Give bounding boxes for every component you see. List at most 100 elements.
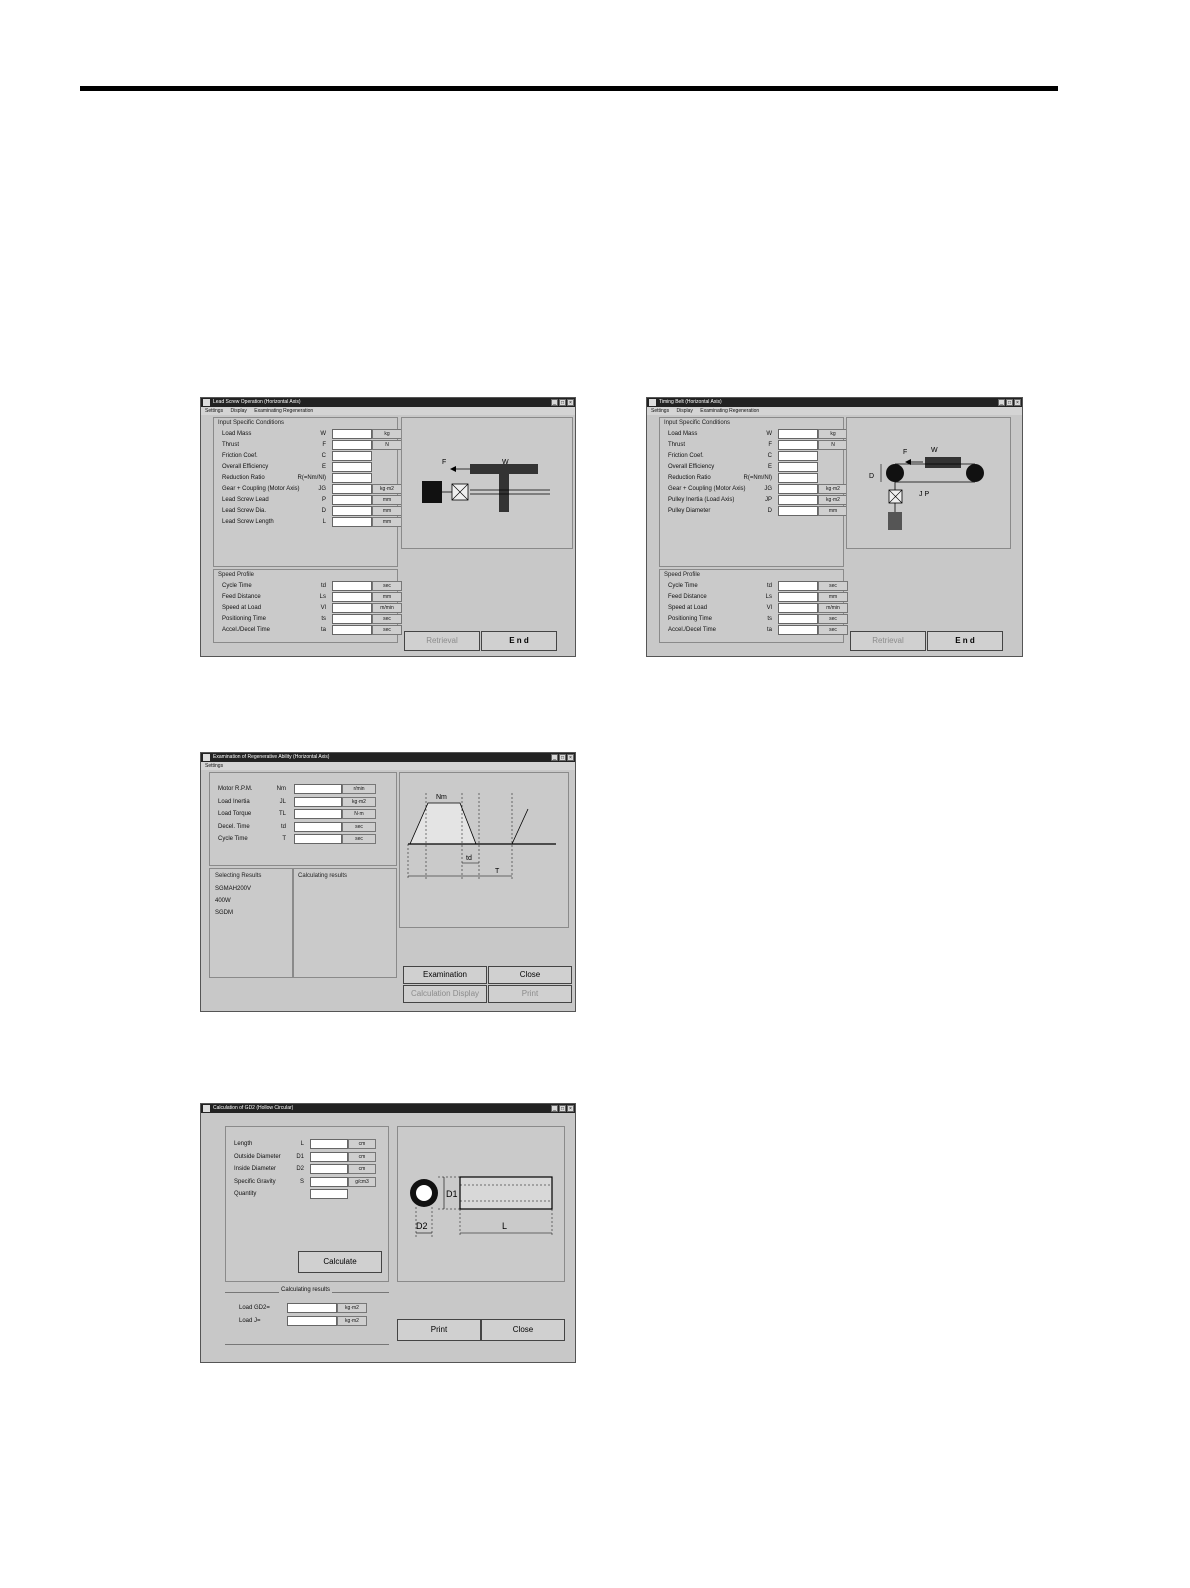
value-input[interactable] — [778, 495, 818, 505]
value-input[interactable] — [332, 440, 372, 450]
value-input[interactable] — [332, 625, 372, 635]
field-symbol: D — [321, 508, 326, 514]
field-label: Friction Coef. — [668, 453, 704, 459]
value-input[interactable] — [332, 581, 372, 591]
menu-settings[interactable]: Settings — [205, 763, 223, 769]
close-icon[interactable]: × — [567, 1105, 574, 1112]
app-icon — [203, 399, 210, 406]
menu-examinating-regeneration[interactable]: Examinating Regeneration — [254, 408, 313, 414]
value-input[interactable] — [778, 473, 818, 483]
value-input[interactable] — [778, 506, 818, 516]
value-input[interactable] — [332, 614, 372, 624]
value-input[interactable] — [294, 821, 342, 832]
maximize-icon[interactable]: □ — [559, 399, 566, 406]
end-button[interactable]: E n d — [481, 631, 557, 651]
maximize-icon[interactable]: □ — [559, 754, 566, 761]
value-input[interactable] — [332, 484, 372, 494]
value-input[interactable] — [294, 834, 342, 844]
value-input[interactable] — [332, 429, 372, 439]
retrieval-button[interactable]: Retrieval — [404, 631, 480, 651]
menu-settings[interactable]: Settings — [205, 408, 223, 414]
speed-profile-panel: Speed Profile Cycle Time td sec Feed Distan… — [213, 569, 402, 643]
field-symbol: Ls — [765, 594, 772, 600]
value-input[interactable] — [778, 484, 818, 494]
timing-belt-window: Timing Belt (Horizontal Axis) _ □ × Settin… — [646, 397, 1023, 657]
value-input[interactable] — [332, 462, 372, 472]
regenerative-ability-window: Examination of Regenerative Ability (Hor… — [200, 752, 576, 1012]
value-input[interactable] — [310, 1139, 348, 1149]
form-row: Overall Efficiency E — [222, 462, 398, 473]
examination-button[interactable]: Examination — [403, 966, 487, 984]
field-symbol: F — [768, 442, 772, 448]
value-input[interactable] — [778, 614, 818, 624]
field-symbol: L — [322, 519, 326, 525]
value-input[interactable] — [332, 473, 372, 483]
field-symbol: S — [299, 1178, 304, 1185]
field-symbol: R(=Nm/Nl) — [297, 475, 327, 481]
value-input[interactable] — [778, 462, 818, 472]
value-input[interactable] — [332, 495, 372, 505]
calculation-display-button[interactable]: Calculation Display — [403, 985, 487, 1003]
unit-label: m/min — [818, 603, 848, 613]
idler-pulley-icon — [966, 464, 984, 482]
close-button[interactable]: Close — [481, 1319, 565, 1341]
window-title: Lead Screw Operation (Horizontal Axis) — [213, 399, 301, 405]
menu-examinating-regeneration[interactable]: Examinating Regeneration — [700, 408, 759, 414]
field-symbol: C — [767, 453, 772, 459]
field-symbol: Vl — [766, 605, 772, 611]
value-input[interactable] — [294, 784, 342, 794]
menu-display[interactable]: Display — [676, 408, 692, 414]
window-title: Timing Belt (Horizontal Axis) — [659, 399, 722, 405]
print-button[interactable]: Print — [397, 1319, 481, 1341]
value-input[interactable] — [294, 809, 342, 819]
value-input[interactable] — [332, 603, 372, 613]
field-label: Lead Screw Dia. — [222, 508, 267, 514]
field-symbol: JP — [764, 497, 772, 503]
print-button[interactable]: Print — [488, 985, 572, 1003]
field-label: Feed Distance — [222, 594, 261, 600]
field-symbol: Vl — [320, 605, 326, 611]
calculate-button[interactable]: Calculate — [298, 1251, 382, 1273]
field-symbol: ta — [320, 627, 326, 633]
close-icon[interactable]: × — [1014, 399, 1021, 406]
value-input[interactable] — [294, 796, 342, 807]
value-input[interactable] — [332, 451, 372, 461]
form-row: Quantity — [234, 1189, 390, 1200]
load-table — [470, 464, 538, 474]
minimize-icon[interactable]: _ — [551, 1105, 558, 1112]
menu-display[interactable]: Display — [230, 408, 246, 414]
close-icon[interactable]: × — [567, 754, 574, 761]
value-input[interactable] — [778, 625, 818, 635]
title-bar: Timing Belt (Horizontal Axis) _ □ × — [647, 398, 1022, 407]
minimize-icon[interactable]: _ — [998, 399, 1005, 406]
value-input[interactable] — [310, 1151, 348, 1162]
menu-settings[interactable]: Settings — [651, 408, 669, 414]
value-input[interactable] — [310, 1164, 348, 1174]
retrieval-button[interactable]: Retrieval — [850, 631, 926, 651]
value-input[interactable] — [778, 429, 818, 439]
maximize-icon[interactable]: □ — [559, 1105, 566, 1112]
nm-label: Nm — [436, 794, 447, 801]
end-button[interactable]: E n d — [927, 631, 1003, 651]
group-title: Speed Profile — [664, 572, 701, 578]
close-icon[interactable]: × — [567, 399, 574, 406]
value-input[interactable] — [310, 1189, 348, 1199]
value-input[interactable] — [778, 451, 818, 461]
value-input[interactable] — [778, 592, 818, 602]
field-symbol: W — [766, 431, 772, 437]
next-cycle-ramp — [511, 808, 529, 845]
value-input[interactable] — [332, 592, 372, 602]
value-input[interactable] — [778, 440, 818, 450]
maximize-icon[interactable]: □ — [1006, 399, 1013, 406]
minimize-icon[interactable]: _ — [551, 754, 558, 761]
value-input[interactable] — [310, 1176, 348, 1187]
diagram-panel: F W D J P — [846, 417, 1011, 549]
close-button[interactable]: Close — [488, 966, 572, 984]
value-input[interactable] — [778, 603, 818, 613]
form-row: Decel. Time td sec — [218, 821, 394, 833]
minimize-icon[interactable]: _ — [551, 399, 558, 406]
value-input[interactable] — [332, 506, 372, 516]
field-symbol: D1 — [296, 1153, 304, 1160]
value-input[interactable] — [778, 581, 818, 591]
value-input[interactable] — [332, 517, 372, 527]
